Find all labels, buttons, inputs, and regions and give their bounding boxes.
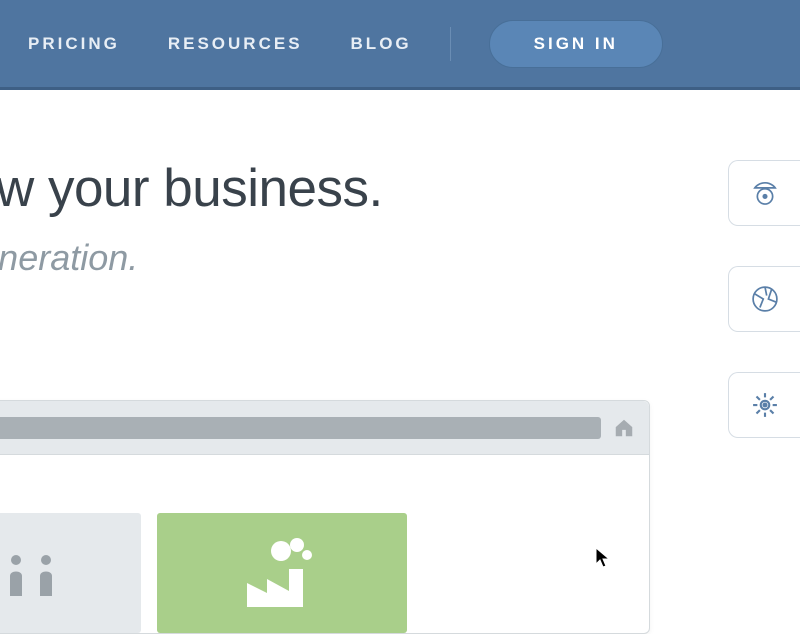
sidebar-btn-globe[interactable] bbox=[728, 266, 800, 332]
sidebar-btn-miner[interactable] bbox=[728, 160, 800, 226]
mock-address-bar bbox=[0, 417, 601, 439]
sidebar-icon-buttons bbox=[728, 160, 800, 438]
gear-icon bbox=[748, 388, 782, 422]
nav-resources[interactable]: RESOURCES bbox=[168, 34, 303, 54]
product-mock-window: CRITERIA TO TARGET YOUR LEADS bbox=[0, 400, 650, 634]
criteria-card-employees[interactable] bbox=[0, 513, 141, 633]
nav-pricing[interactable]: PRICING bbox=[28, 34, 120, 54]
mock-caption: CRITERIA TO TARGET YOUR LEADS bbox=[0, 481, 625, 499]
sidebar-btn-settings[interactable] bbox=[728, 372, 800, 438]
top-navbar: PRICING RESOURCES BLOG SIGN IN bbox=[0, 0, 800, 90]
globe-icon bbox=[748, 282, 782, 316]
factory-icon bbox=[227, 533, 337, 613]
hero-title: nts to grow your business. bbox=[0, 158, 660, 219]
miner-icon bbox=[748, 176, 782, 210]
hero-section: nts to grow your business. out of lead g… bbox=[0, 90, 660, 279]
criteria-card-industry[interactable] bbox=[157, 513, 407, 633]
signin-button[interactable]: SIGN IN bbox=[489, 20, 663, 68]
mock-body: CRITERIA TO TARGET YOUR LEADS bbox=[0, 455, 649, 633]
nav-blog[interactable]: BLOG bbox=[351, 34, 412, 54]
criteria-row bbox=[0, 513, 625, 633]
hero-subtitle: out of lead generation. bbox=[0, 237, 660, 279]
nav-divider bbox=[450, 27, 451, 61]
people-icon bbox=[0, 548, 66, 598]
mock-browser-toolbar bbox=[0, 401, 649, 455]
home-icon bbox=[613, 417, 635, 439]
